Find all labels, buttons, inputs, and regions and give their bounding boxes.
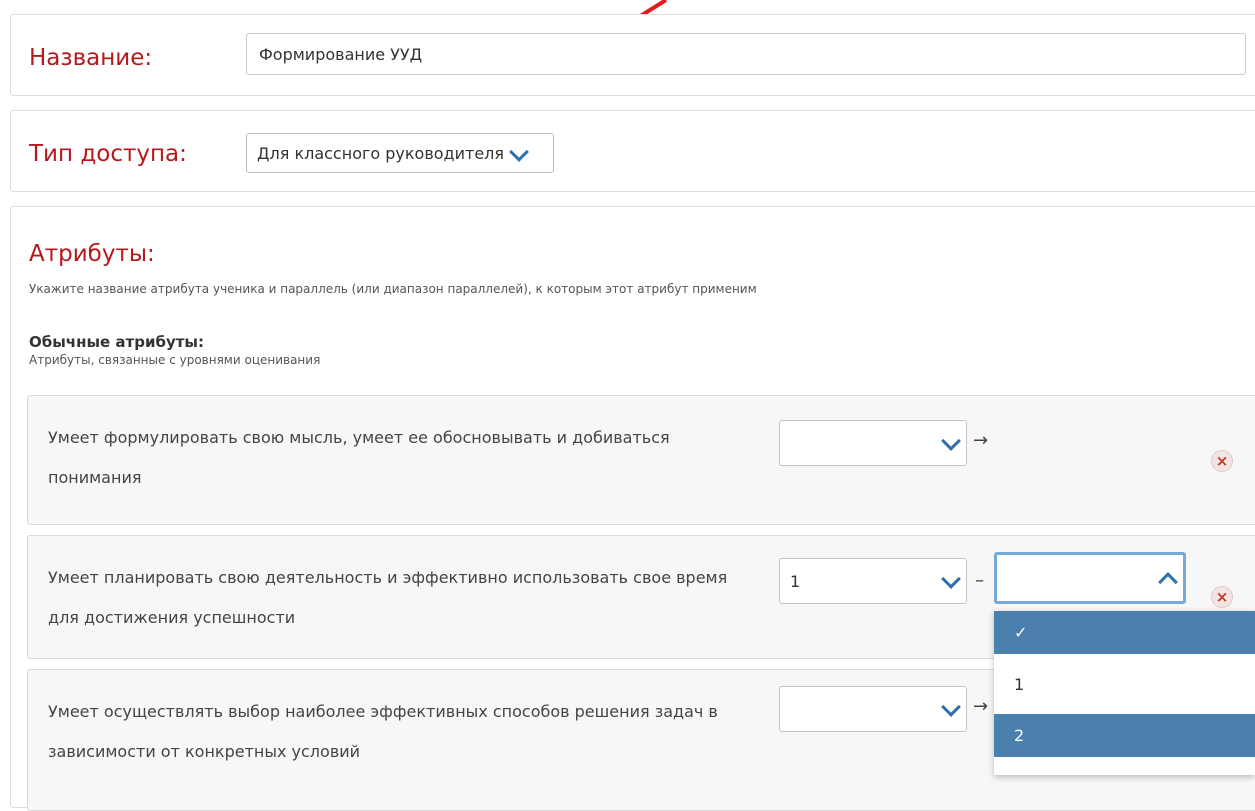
dropdown-option[interactable]: 2 <box>994 714 1255 757</box>
access-type-label: Тип доступа: <box>29 141 187 167</box>
grade-to-select[interactable] <box>994 552 1186 604</box>
access-panel: Тип доступа: Для классного руководителя <box>10 110 1255 192</box>
chevron-down-icon <box>941 431 961 452</box>
chevron-up-icon <box>1158 569 1178 593</box>
dropdown-option-empty[interactable]: ✓ <box>994 611 1255 654</box>
grade-from-value: 1 <box>790 571 801 591</box>
access-type-value: Для классного руководителя <box>257 143 505 163</box>
grade-dropdown-list: ✓ 1 2 <box>994 611 1255 775</box>
attribute-text: Умеет планировать свою деятельность и эф… <box>48 568 728 627</box>
grade-from-select[interactable] <box>779 686 967 732</box>
attribute-text: Умеет осуществлять выбор наиболее эффект… <box>48 702 718 761</box>
remove-icon[interactable]: × <box>1211 586 1233 608</box>
name-input[interactable]: Формирование УУД <box>246 33 1246 75</box>
remove-icon[interactable]: × <box>1211 450 1233 472</box>
attributes-title: Атрибуты: <box>29 241 155 267</box>
attribute-text: Умеет формулировать свою мысль, умеет ее… <box>48 428 670 487</box>
grade-from-select[interactable]: 1 <box>779 558 967 604</box>
chevron-down-icon <box>941 569 961 590</box>
chevron-down-icon <box>509 141 529 163</box>
grade-from-select[interactable] <box>779 420 967 466</box>
name-input-value: Формирование УУД <box>259 44 423 64</box>
dropdown-option[interactable]: 1 <box>994 654 1255 714</box>
attributes-description: Укажите название атрибута ученика и пара… <box>29 282 757 296</box>
ordinary-attributes-description: Атрибуты, связанные с уровнями оценивани… <box>29 353 321 367</box>
name-panel: Название: Формирование УУД <box>10 14 1255 96</box>
ordinary-attributes-title: Обычные атрибуты: <box>29 333 204 351</box>
name-label: Название: <box>29 45 153 71</box>
attribute-row: Умеет формулировать свою мысль, умеет ее… <box>27 395 1255 525</box>
range-arrow: → <box>973 696 989 717</box>
access-type-select[interactable]: Для классного руководителя <box>246 133 554 173</box>
range-arrow: → <box>973 430 989 451</box>
chevron-down-icon <box>941 697 961 718</box>
range-dash: – <box>975 570 984 591</box>
check-icon: ✓ <box>1014 623 1028 642</box>
